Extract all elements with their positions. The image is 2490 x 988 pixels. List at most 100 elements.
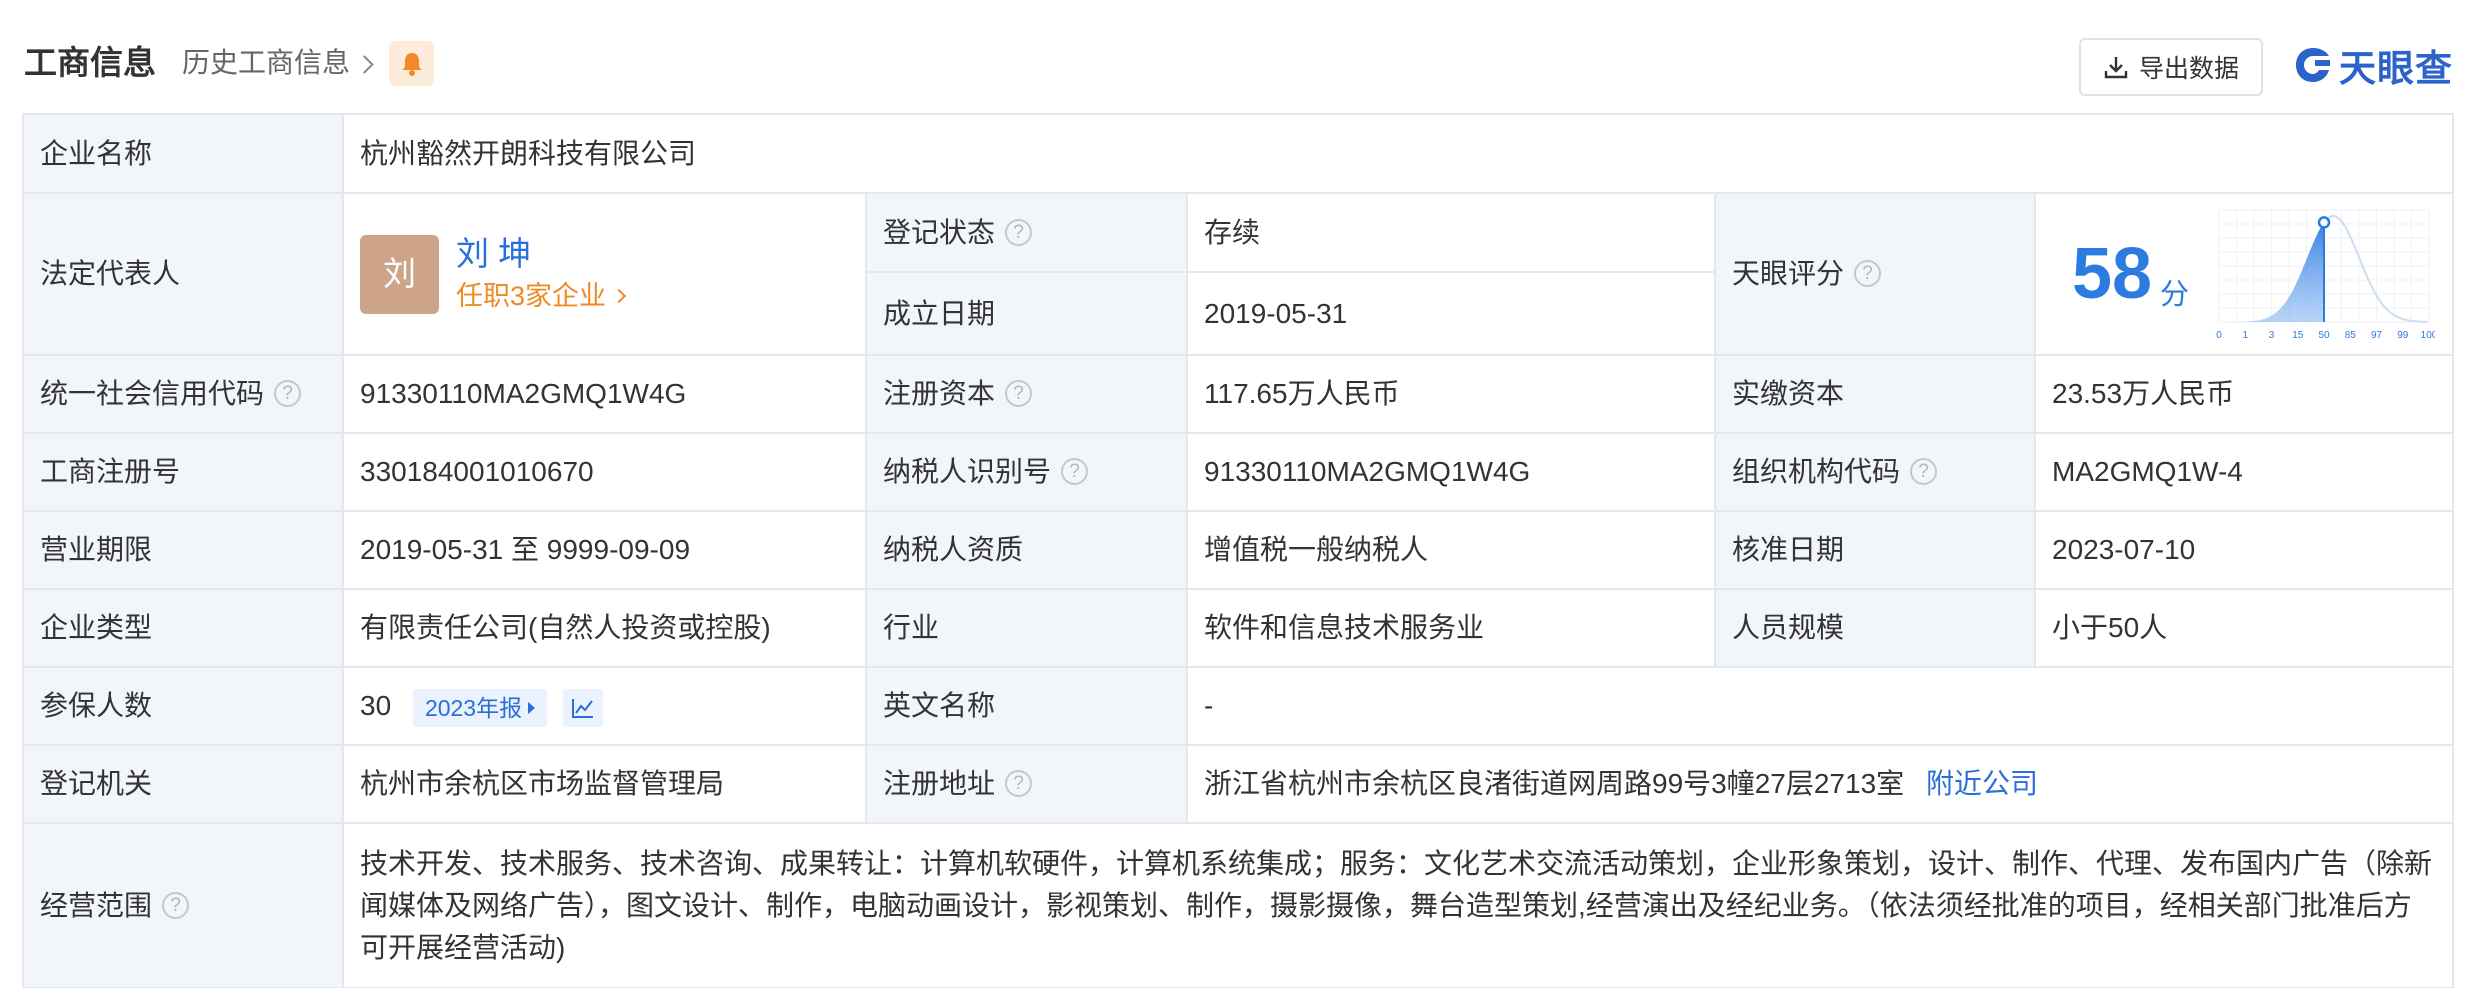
export-data-button[interactable]: 导出数据: [2079, 38, 2263, 96]
english-name-value: -: [1185, 666, 2455, 746]
taxpayer-id-label: 纳税人识别号?: [865, 432, 1188, 512]
company-name-value: 杭州豁然开朗科技有限公司: [341, 113, 2455, 194]
reg-address-value: 浙江省杭州市余杭区良渚街道网周路99号3幢27层2713室: [1204, 768, 1905, 799]
legal-rep-label: 法定代表人: [22, 192, 344, 356]
score-unit: 分: [2160, 279, 2190, 311]
help-icon[interactable]: ?: [1854, 260, 1882, 288]
history-link[interactable]: 历史工商信息: [182, 38, 374, 88]
found-date-label: 成立日期: [865, 271, 1188, 356]
org-code-label-text: 组织机构代码: [1732, 456, 1901, 487]
approval-date-label: 核准日期: [1714, 510, 2036, 590]
axis-tick-label: 3: [2269, 330, 2275, 341]
reg-capital-value: 117.65万人民币: [1186, 354, 1716, 434]
reg-authority-value: 杭州市余杭区市场监督管理局: [342, 744, 867, 824]
positions-label: 任职3家企业: [456, 281, 607, 311]
taxpayer-qual-value: 增值税一般纳税人: [1186, 510, 1716, 590]
annual-report-label: 2023年报: [424, 694, 523, 721]
credit-code-value: 91330110MA2GMQ1W4G: [342, 354, 867, 434]
credit-code-label: 统一社会信用代码?: [22, 354, 344, 434]
paid-capital-value: 23.53万人民币: [2033, 354, 2455, 434]
help-icon[interactable]: ?: [1005, 770, 1033, 798]
bell-icon: [401, 52, 422, 76]
legal-rep-cell: 刘 刘 坤 任职3家企业: [342, 192, 867, 356]
reg-status-label: 登记状态?: [865, 192, 1188, 273]
org-code-value: MA2GMQ1W-4: [2033, 432, 2455, 512]
table-row: 登记机关 杭州市余杭区市场监督管理局 注册地址? 浙江省杭州市余杭区良渚街道网周…: [22, 744, 2455, 824]
nearby-companies-link[interactable]: 附近公司: [1926, 768, 2038, 799]
positions-link[interactable]: 任职3家企业: [456, 276, 627, 316]
biz-reg-no-value: 330184001010670: [342, 432, 867, 512]
tianyan-score-label: 天眼评分?: [1714, 192, 2036, 356]
table-row: 工商注册号 330184001010670 纳税人识别号? 91330110MA…: [22, 432, 2455, 512]
help-icon[interactable]: ?: [1910, 458, 1938, 486]
industry-value: 软件和信息技术服务业: [1186, 588, 1716, 668]
approval-date-value: 2023-07-10: [2033, 510, 2455, 590]
reg-address-label-text: 注册地址: [883, 768, 996, 799]
caret-right-icon: [528, 701, 536, 714]
score-distribution-chart: 0 1 3 15 50 85 97 99 100: [2216, 209, 2435, 341]
chevron-right-icon: [355, 54, 374, 74]
download-icon: [2104, 57, 2128, 79]
export-data-label: 导出数据: [2138, 55, 2239, 83]
company-type-value: 有限责任公司(自然人投资或控股): [342, 588, 867, 668]
line-chart-icon: [571, 698, 593, 718]
logo-mark-icon: [2296, 48, 2330, 82]
bell-button[interactable]: [389, 41, 434, 86]
reg-address-label: 注册地址?: [865, 744, 1188, 824]
table-row: 营业期限 2019-05-31 至 9999-09-09 纳税人资质 增值税一般…: [22, 510, 2455, 590]
help-icon[interactable]: ?: [1005, 218, 1033, 246]
table-row: 参保人数 30 2023年报 英文名称 -: [22, 666, 2455, 746]
avatar[interactable]: 刘: [360, 234, 439, 314]
insured-value: 30: [360, 690, 392, 721]
org-code-label: 组织机构代码?: [1714, 432, 2036, 512]
tianyan-score-cell[interactable]: 58 分 0 1 3 15 50 85 97 99 100: [2033, 192, 2455, 356]
table-row: 企业名称 杭州豁然开朗科技有限公司: [22, 113, 2455, 194]
help-icon[interactable]: ?: [162, 891, 190, 919]
axis-tick-label: 15: [2292, 330, 2304, 341]
taxpayer-id-label-text: 纳税人识别号: [883, 456, 1052, 487]
axis-tick-label: 100: [2421, 330, 2435, 341]
legal-rep-name-link[interactable]: 刘 坤: [456, 232, 624, 276]
score-marker-dot: [2317, 216, 2331, 229]
logo-text: 天眼查: [2339, 48, 2453, 89]
axis-tick-label: 1: [2242, 330, 2248, 341]
paid-capital-label: 实缴资本: [1714, 354, 2036, 434]
tianyan-score-label-text: 天眼评分: [1732, 258, 1845, 289]
trend-chart-button[interactable]: [562, 688, 603, 727]
reg-status-value: 存续: [1186, 192, 1716, 273]
score-axis-ticks: 0 1 3 15 50 85 97 99 100: [2216, 330, 2435, 341]
table-row: 经营范围? 技术开发、技术服务、技术咨询、成果转让：计算机软硬件，计算机系统集成…: [22, 822, 2455, 988]
reg-status-label-text: 登记状态: [883, 216, 996, 248]
help-icon[interactable]: ?: [274, 380, 302, 408]
axis-tick-label: 99: [2397, 330, 2409, 341]
table-row: 法定代表人 刘 刘 坤 任职3家企业 登记状态? 存续 天眼评分? 58 分 0…: [22, 192, 2455, 356]
biz-scope-label-text: 经营范围: [40, 889, 153, 921]
staff-size-value: 小于50人: [2033, 588, 2455, 668]
axis-tick-label: 97: [2371, 330, 2383, 341]
score-number: 58: [2072, 234, 2153, 314]
table-row: 统一社会信用代码? 91330110MA2GMQ1W4G 注册资本? 117.6…: [22, 354, 2455, 434]
annual-report-badge[interactable]: 2023年报: [412, 688, 548, 727]
business-info-table: 企业名称 杭州豁然开朗科技有限公司 法定代表人 刘 刘 坤 任职3家企业 登记状…: [22, 113, 2455, 988]
table-row: 企业类型 有限责任公司(自然人投资或控股) 行业 软件和信息技术服务业 人员规模…: [22, 588, 2455, 668]
taxpayer-qual-label: 纳税人资质: [865, 510, 1188, 590]
axis-tick-label: 85: [2345, 330, 2357, 341]
industry-label: 行业: [865, 588, 1188, 668]
section-header: 工商信息 历史工商信息 导出数据 天眼查: [0, 0, 2490, 114]
staff-size-label: 人员规模: [1714, 588, 2036, 668]
biz-scope-label: 经营范围?: [22, 822, 344, 988]
history-link-label: 历史工商信息: [182, 47, 351, 78]
reg-capital-label-text: 注册资本: [883, 378, 996, 409]
insured-cell: 30 2023年报: [342, 666, 867, 746]
biz-reg-no-label: 工商注册号: [22, 432, 344, 512]
english-name-label: 英文名称: [865, 666, 1188, 746]
company-type-label: 企业类型: [22, 588, 344, 668]
biz-scope-value: 技术开发、技术服务、技术咨询、成果转让：计算机软硬件，计算机系统集成；服务：文化…: [341, 822, 2455, 988]
reg-authority-label: 登记机关: [22, 744, 344, 824]
reg-address-cell: 浙江省杭州市余杭区良渚街道网周路99号3幢27层2713室 附近公司: [1185, 744, 2455, 824]
chevron-right-icon: [611, 288, 627, 304]
help-icon[interactable]: ?: [1061, 458, 1089, 486]
axis-tick-label: 0: [2216, 330, 2222, 341]
section-title: 工商信息: [24, 44, 156, 81]
help-icon[interactable]: ?: [1005, 380, 1033, 408]
